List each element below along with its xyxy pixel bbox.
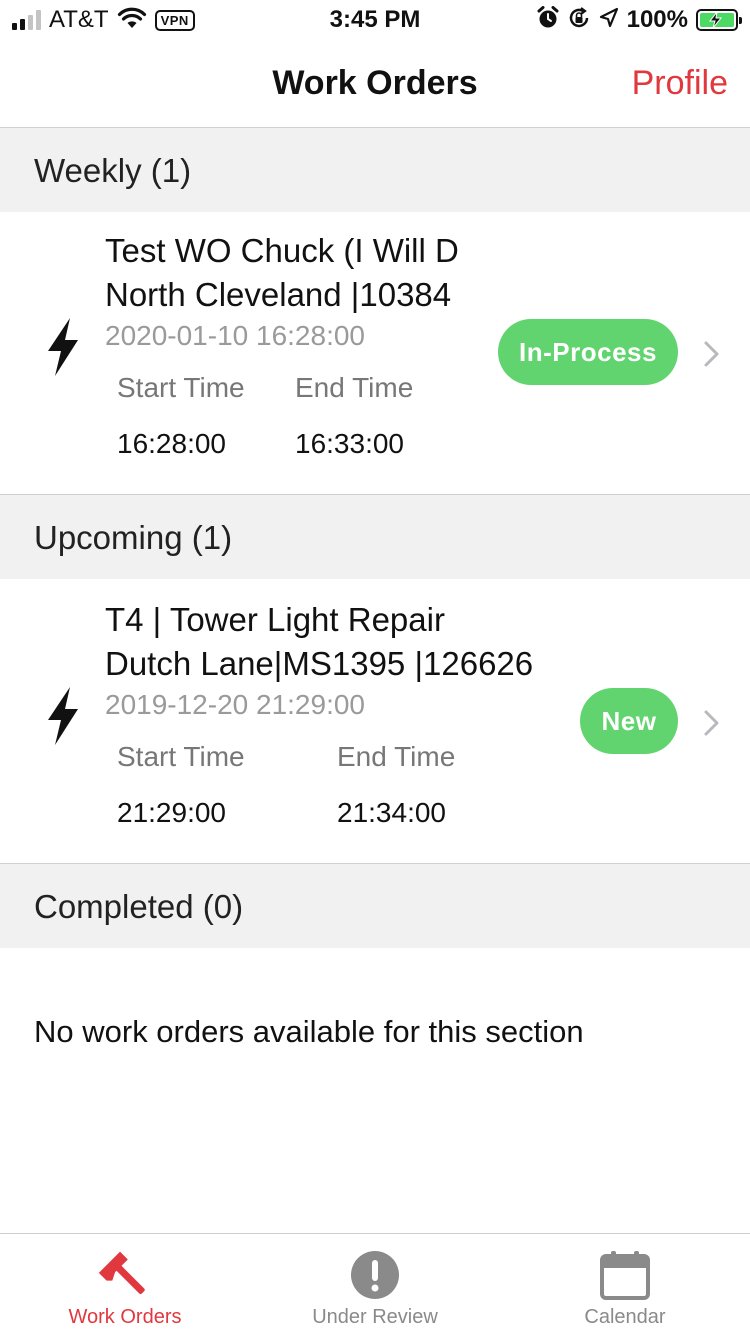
alarm-icon (537, 5, 559, 35)
section-title: Upcoming (1) (34, 519, 233, 556)
wifi-icon (117, 7, 147, 34)
section-header-completed: Completed (0) (0, 864, 750, 948)
tab-calendar[interactable]: Calendar (500, 1234, 750, 1334)
work-order-title-line1: T4 | Tower Light Repair (105, 601, 445, 638)
end-time-label: End Time (295, 372, 414, 403)
status-bar: AT&T VPN 3:45 PM 100% (0, 0, 750, 40)
vpn-badge: VPN (154, 9, 195, 31)
section-header-upcoming: Upcoming (1) (0, 495, 750, 579)
tab-label: Under Review (312, 1306, 438, 1328)
tab-work-orders[interactable]: Work Orders (0, 1234, 250, 1334)
start-time-label: Start Time (117, 372, 245, 403)
work-order-row[interactable]: Test WO Chuck (I Will D North Cleveland … (0, 212, 750, 494)
work-order-title-line2: North Cleveland |10384 (105, 276, 452, 313)
battery-charging-icon (696, 9, 742, 31)
signal-icon (12, 10, 41, 30)
chevron-right-icon (704, 710, 719, 736)
carrier-name: AT&T (49, 6, 109, 33)
exclamation-icon (250, 1250, 500, 1300)
orientation-lock-icon (567, 6, 591, 35)
empty-state-message: No work orders available for this sectio… (34, 1014, 584, 1049)
end-time-label: End Time (337, 741, 456, 772)
tab-label: Calendar (584, 1306, 666, 1328)
navigation-bar: Work Orders Profile (0, 40, 750, 128)
calendar-icon (500, 1250, 750, 1300)
start-time-value: 16:28:00 (117, 428, 226, 459)
lightning-bolt-icon (48, 318, 78, 376)
end-time-value: 16:33:00 (295, 428, 404, 459)
start-time-value: 21:29:00 (117, 797, 226, 828)
status-bar-right: 100% (537, 5, 742, 35)
status-bar-left: AT&T VPN (12, 6, 195, 34)
status-badge: In-Process (498, 319, 678, 385)
tab-bar: Work Orders Under Review Calendar (0, 1233, 750, 1334)
chevron-right-icon (704, 341, 719, 367)
hammer-icon (0, 1250, 250, 1300)
work-order-datetime: 2020-01-10 16:28:00 (105, 320, 365, 351)
start-time-label: Start Time (117, 741, 245, 772)
section-header-weekly: Weekly (1) (0, 128, 750, 212)
tab-label: Work Orders (68, 1306, 182, 1328)
work-order-title-line2: Dutch Lane|MS1395 |126626 (105, 645, 534, 682)
work-order-title-line1: Test WO Chuck (I Will D (105, 232, 459, 269)
status-badge: New (580, 688, 678, 754)
tab-under-review[interactable]: Under Review (250, 1234, 500, 1334)
section-title: Completed (0) (34, 888, 244, 925)
end-time-value: 21:34:00 (337, 797, 446, 828)
location-icon (599, 7, 619, 34)
work-order-row[interactable]: T4 | Tower Light Repair Dutch Lane|MS139… (0, 579, 750, 863)
work-order-datetime: 2019-12-20 21:29:00 (105, 689, 365, 720)
profile-button[interactable]: Profile (632, 64, 728, 103)
lightning-bolt-icon (48, 687, 78, 745)
battery-percentage: 100% (626, 6, 688, 33)
section-title: Weekly (1) (34, 152, 192, 189)
